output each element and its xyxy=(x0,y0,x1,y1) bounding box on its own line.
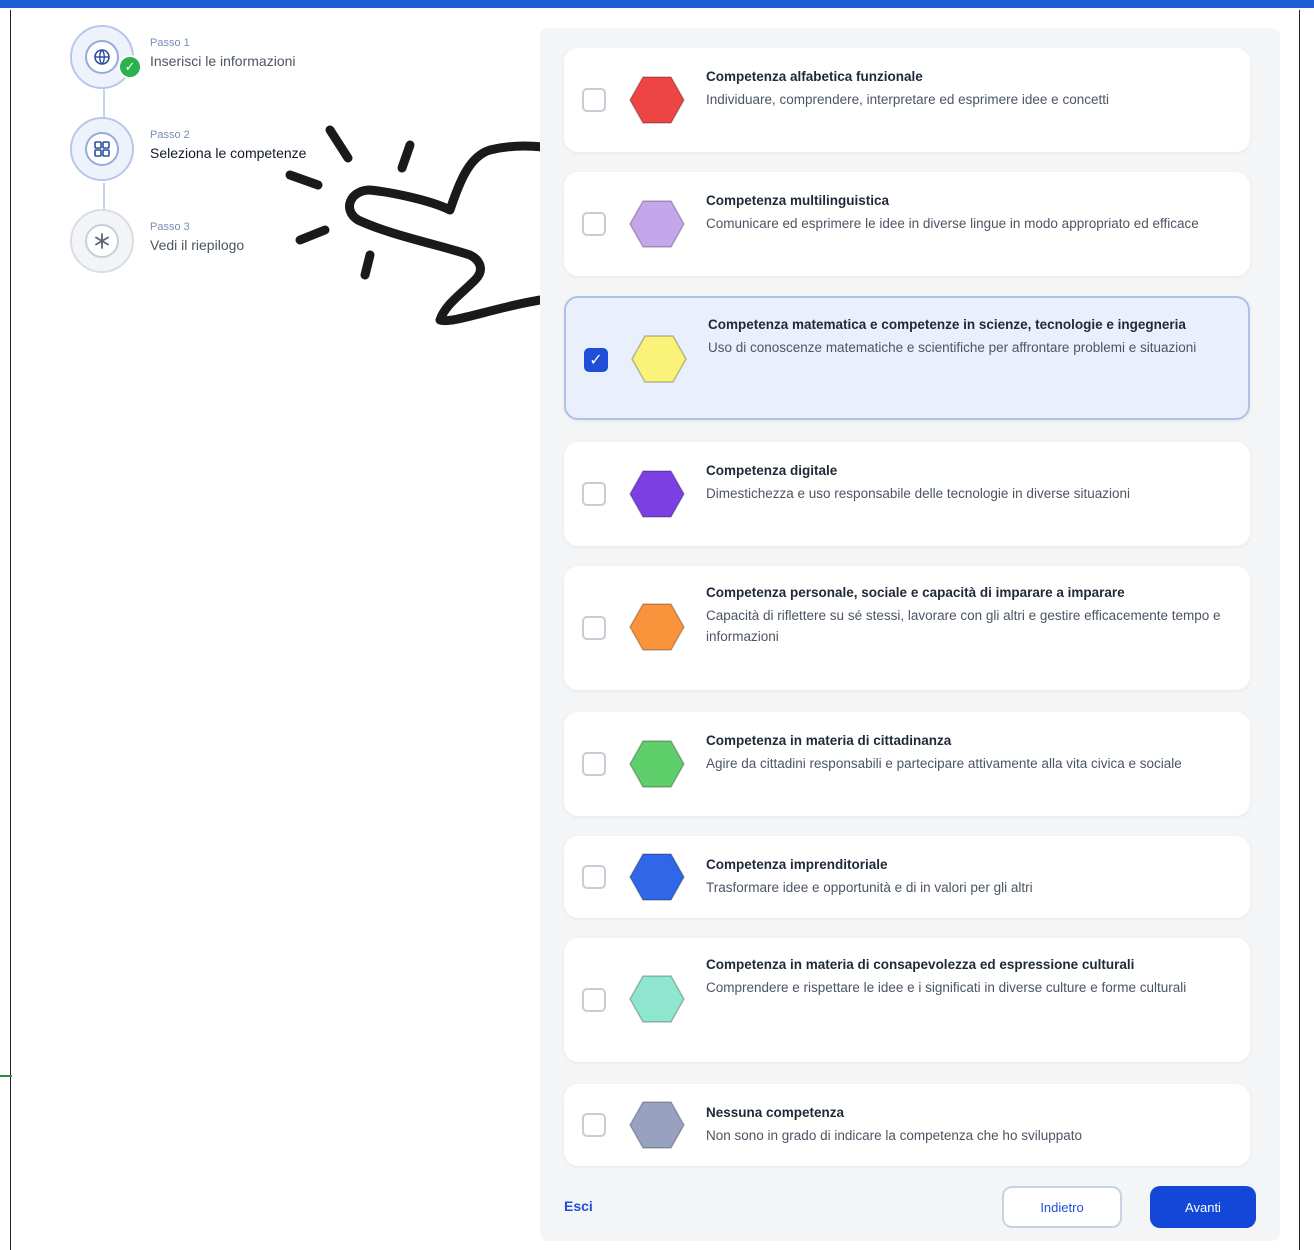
competence-card[interactable]: Competenza in materia di consapevolezza … xyxy=(564,938,1250,1062)
competence-title: Competenza in materia di cittadinanza xyxy=(706,733,952,748)
competence-card[interactable]: Competenza alfabetica funzionale Individ… xyxy=(564,48,1250,152)
hexagon-icon xyxy=(629,740,685,788)
hexagon-icon xyxy=(629,1101,685,1149)
competence-card[interactable]: Competenza multilinguistica Comunicare e… xyxy=(564,172,1250,276)
step-3-number: Passo 3 xyxy=(150,221,190,233)
hexagon-icon xyxy=(629,200,685,248)
step-2-circle xyxy=(70,117,134,181)
next-button[interactable]: Avanti xyxy=(1150,1186,1256,1228)
competence-title: Competenza alfabetica funzionale xyxy=(706,69,923,84)
hexagon-icon xyxy=(629,975,685,1023)
back-button[interactable]: Indietro xyxy=(1002,1186,1122,1228)
green-tick-mark xyxy=(0,1075,12,1077)
step-2-number: Passo 2 xyxy=(150,129,190,141)
competence-description: Uso di conoscenze matematiche e scientif… xyxy=(708,340,1197,355)
check-icon: ✓ xyxy=(118,55,142,79)
competence-card[interactable]: Competenza imprenditoriale Trasformare i… xyxy=(564,836,1250,918)
competence-description: Dimestichezza e uso responsabile delle t… xyxy=(706,486,1130,501)
hexagon-icon xyxy=(629,603,685,651)
hexagon-icon xyxy=(631,335,687,383)
asterisk-icon xyxy=(85,224,119,258)
competence-checkbox[interactable]: ✓ xyxy=(584,348,608,372)
competence-title: Competenza in materia di consapevolezza … xyxy=(706,957,1135,972)
competence-title: Competenza multilinguistica xyxy=(706,193,890,208)
competence-checkbox[interactable] xyxy=(582,752,606,776)
step-3-title: Vedi il riepilogo xyxy=(150,237,245,253)
competence-checkbox[interactable] xyxy=(582,482,606,506)
competence-checkbox[interactable] xyxy=(582,88,606,112)
competence-title: Competenza imprenditoriale xyxy=(706,857,888,872)
competence-description: Agire da cittadini responsabili e partec… xyxy=(706,756,1182,771)
competences-panel: Competenza alfabetica funzionale Individ… xyxy=(540,28,1280,1241)
competence-checkbox[interactable] xyxy=(582,988,606,1012)
hexagon-shape xyxy=(629,1101,685,1149)
competence-checkbox[interactable] xyxy=(582,865,606,889)
hexagon-shape xyxy=(629,76,685,124)
hexagon-shape xyxy=(629,853,685,901)
competence-card[interactable]: Competenza personale, sociale e capacità… xyxy=(564,566,1250,690)
globe-icon xyxy=(85,40,119,74)
hexagon-icon xyxy=(629,853,685,901)
competence-checkbox[interactable] xyxy=(582,212,606,236)
hexagon-shape xyxy=(629,470,685,518)
competence-title: Competenza personale, sociale e capacità… xyxy=(706,585,1125,600)
step-3-circle xyxy=(70,209,134,273)
hexagon-shape xyxy=(629,200,685,248)
competence-title: Competenza matematica e competenze in sc… xyxy=(708,317,1186,332)
competence-title: Competenza digitale xyxy=(706,463,838,478)
competence-description: Comprendere e rispettare le idee e i sig… xyxy=(706,980,1187,995)
competence-card[interactable]: Competenza digitale Dimestichezza e uso … xyxy=(564,442,1250,546)
competence-description: Comunicare ed esprimere le idee in diver… xyxy=(706,216,1199,231)
hexagon-shape xyxy=(629,603,685,651)
step-1[interactable]: ✓ Passo 1 Inserisci le informazioni xyxy=(70,25,370,95)
competence-card[interactable]: Nessuna competenza Non sono in grado di … xyxy=(564,1084,1250,1166)
grid-icon xyxy=(85,132,119,166)
hexagon-shape xyxy=(629,740,685,788)
hexagon-icon xyxy=(629,470,685,518)
hexagon-icon xyxy=(629,76,685,124)
competence-card-selected[interactable]: ✓ Competenza matematica e competenze in … xyxy=(564,296,1250,420)
hexagon-shape xyxy=(629,975,685,1023)
competence-checkbox[interactable] xyxy=(582,1113,606,1137)
top-accent-bar xyxy=(0,0,1314,8)
competence-description: Individuare, comprendere, interpretare e… xyxy=(706,92,1109,107)
step-1-number: Passo 1 xyxy=(150,37,190,49)
exit-link[interactable]: Esci xyxy=(564,1198,593,1214)
competence-checkbox[interactable] xyxy=(582,616,606,640)
competence-description: Capacità di riflettere su sé stessi, lav… xyxy=(706,608,1221,644)
competence-description: Non sono in grado di indicare la compete… xyxy=(706,1128,1082,1143)
competence-card[interactable]: Competenza in materia di cittadinanza Ag… xyxy=(564,712,1250,816)
hexagon-shape xyxy=(631,335,687,383)
competence-title: Nessuna competenza xyxy=(706,1105,845,1120)
step-1-title: Inserisci le informazioni xyxy=(150,53,296,69)
competence-description: Trasformare idee e opportunità e di in v… xyxy=(706,880,1033,895)
